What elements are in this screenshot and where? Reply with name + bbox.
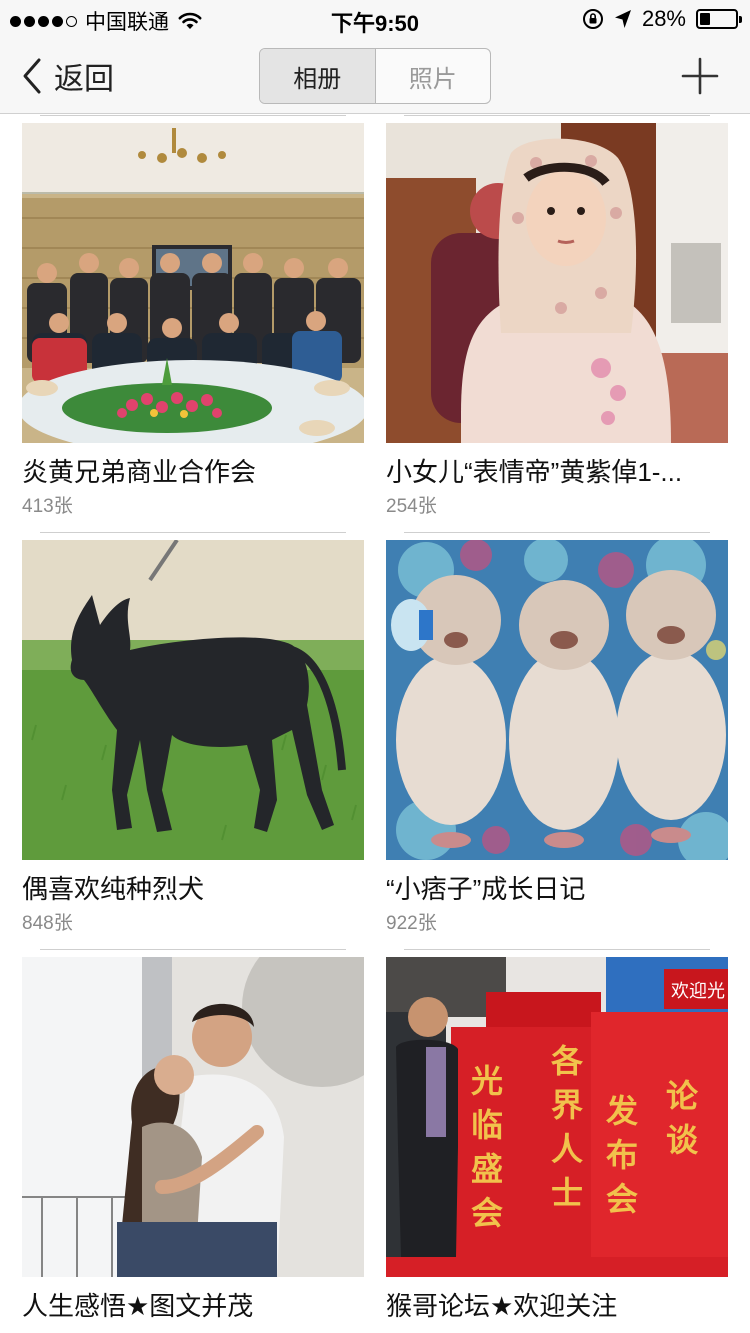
album-title: 炎黄兄弟商业合作会 bbox=[22, 457, 257, 487]
album-card[interactable]: “小痞子”成长日记 922张 bbox=[386, 532, 728, 950]
girl-in-headscarf-photo bbox=[386, 123, 728, 443]
album-photo-count: 922张 bbox=[386, 913, 437, 934]
album-card[interactable]: 小女儿“表情帝”黄紫倬1-... 254张 bbox=[386, 115, 728, 533]
add-button[interactable] bbox=[680, 54, 720, 98]
tab-photos[interactable]: 照片 bbox=[376, 49, 491, 103]
album-photo-count: 254张 bbox=[386, 496, 437, 517]
back-button[interactable]: 返回 bbox=[22, 54, 114, 98]
album-title: 小女儿“表情帝”黄紫倬1-... bbox=[386, 457, 683, 487]
plus-icon bbox=[681, 57, 719, 95]
battery-icon bbox=[696, 9, 742, 29]
album-title: 猴哥论坛★欢迎关注 bbox=[386, 1291, 618, 1321]
banner-column-3: 发布会 bbox=[606, 1092, 638, 1218]
chevron-left-icon bbox=[23, 58, 41, 94]
battery-level bbox=[700, 13, 710, 25]
album-stack-line bbox=[40, 532, 346, 533]
three-puppies-photo bbox=[386, 540, 728, 860]
album-cover bbox=[22, 957, 364, 1277]
album-cover bbox=[22, 123, 364, 443]
album-title: 偶喜欢纯种烈犬 bbox=[22, 874, 205, 904]
album-title: “小痞子”成长日记 bbox=[386, 874, 586, 904]
group-banquet-photo bbox=[22, 123, 364, 443]
tab-albums[interactable]: 相册 bbox=[260, 49, 376, 103]
battery-percent: 28% bbox=[641, 6, 686, 31]
album-cover bbox=[386, 540, 728, 860]
black-dog-photo bbox=[22, 540, 364, 860]
album-stack-line bbox=[404, 532, 710, 533]
album-card[interactable]: 欢迎光 光临盛会 各界人士 发布会 论谈 猴哥论坛★欢迎关注 bbox=[386, 949, 728, 1333]
couple-photo bbox=[22, 957, 364, 1277]
status-right: 28% bbox=[582, 6, 742, 32]
album-cover bbox=[22, 540, 364, 860]
status-bar: 中国联通 下午9:50 28% bbox=[0, 0, 750, 40]
album-stack-line bbox=[404, 949, 710, 950]
album-card[interactable]: 炎黄兄弟商业合作会 413张 bbox=[22, 115, 364, 533]
album-photo-count: 413张 bbox=[22, 496, 73, 517]
red-banner-event-photo: 欢迎光 光临盛会 各界人士 发布会 论谈 bbox=[386, 957, 728, 1277]
back-label: 返回 bbox=[54, 63, 114, 96]
location-arrow-icon bbox=[614, 10, 631, 28]
banner-welcome-text: 欢迎光 bbox=[671, 981, 725, 1002]
album-title: 人生感悟★图文并茂 bbox=[22, 1291, 254, 1321]
rotation-lock-icon bbox=[582, 9, 603, 29]
album-card[interactable]: 人生感悟★图文并茂 bbox=[22, 949, 364, 1333]
album-photo-count: 848张 bbox=[22, 913, 73, 934]
album-stack-line bbox=[40, 949, 346, 950]
album-stack-line bbox=[40, 115, 346, 116]
album-cover: 欢迎光 光临盛会 各界人士 发布会 论谈 bbox=[386, 957, 728, 1277]
album-stack-line bbox=[404, 115, 710, 116]
view-segmented-control: 相册 照片 bbox=[259, 48, 491, 104]
album-cover bbox=[386, 123, 728, 443]
album-card[interactable]: 偶喜欢纯种烈犬 848张 bbox=[22, 532, 364, 950]
nav-bar: 返回 相册 照片 bbox=[0, 40, 750, 114]
